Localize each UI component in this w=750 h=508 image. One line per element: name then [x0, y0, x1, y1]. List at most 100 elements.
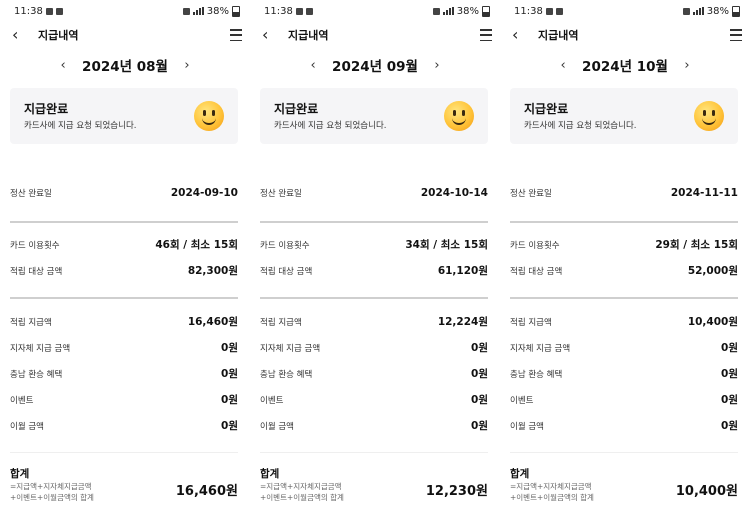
status-time: 11:38 [514, 5, 543, 17]
total-section: 합계 =지급액+지자체지급금액 +이벤트+이월금액의 합계 16,460원 [10, 466, 238, 503]
row-label: 지자체 지급 금액 [510, 343, 571, 354]
status-time: 11:38 [14, 5, 43, 17]
status-bar: 11:38 38% [500, 0, 750, 22]
local-gov-amount-row: 지자체 지급 금액 0원 [10, 340, 238, 355]
signal-icon [442, 7, 454, 15]
next-month-chevron-icon[interactable]: › [182, 58, 192, 73]
signal-icon [192, 7, 204, 15]
back-chevron-icon[interactable]: ‹ [262, 27, 278, 43]
next-month-chevron-icon[interactable]: › [682, 58, 692, 73]
total-label: 합계 [260, 468, 280, 480]
row-value: 0원 [721, 420, 738, 432]
page-title: 지급내역 [38, 29, 79, 42]
divider [10, 297, 238, 299]
notification-icon [305, 7, 313, 15]
app-header: ‹ 지급내역 [250, 22, 500, 48]
month-selector: ‹ 2024년 09월 › [250, 50, 500, 80]
prev-month-chevron-icon[interactable]: ‹ [558, 58, 568, 73]
divider [260, 297, 488, 299]
row-label: 이벤트 [260, 395, 284, 406]
carryover-amount-row: 이월 금액 0원 [260, 418, 488, 433]
app-header: ‹ 지급내역 [0, 22, 250, 48]
row-value: 10,400원 [687, 316, 738, 328]
event-amount-row: 이벤트 0원 [510, 392, 738, 407]
carryover-amount-row: 이월 금액 0원 [10, 418, 238, 433]
alarm-icon [432, 7, 440, 15]
total-value: 12,230원 [425, 484, 488, 499]
row-value: 61,120원 [437, 265, 488, 277]
divider [510, 221, 738, 223]
prev-month-chevron-icon[interactable]: ‹ [308, 58, 318, 73]
row-label: 이벤트 [510, 395, 534, 406]
row-label: 이벤트 [10, 395, 34, 406]
row-value: 0원 [721, 342, 738, 354]
status-title: 지급완료 [274, 102, 319, 116]
settlement-date-row: 정산 완료일 2024-09-10 [10, 187, 238, 199]
notification-icon [45, 7, 53, 15]
row-value: 34회 / 최소 15회 [405, 239, 488, 251]
row-value: 0원 [221, 394, 238, 406]
next-month-chevron-icon[interactable]: › [432, 58, 442, 73]
total-section: 합계 =지급액+지자체지급금액 +이벤트+이월금액의 합계 10,400원 [510, 466, 738, 503]
total-label: 합계 [10, 468, 30, 480]
row-label: 이월 금액 [10, 421, 44, 432]
divider [10, 452, 238, 453]
status-description: 카드사에 지급 요청 되었습니다. [24, 121, 137, 131]
hamburger-menu-icon[interactable] [230, 29, 242, 41]
row-value: 0원 [221, 368, 238, 380]
earned-amount-row: 적립 지급액 16,460원 [10, 314, 238, 329]
row-value: 0원 [721, 394, 738, 406]
row-value: 29회 / 최소 15회 [655, 239, 738, 251]
transfer-benefit-row: 충남 환승 혜택 0원 [260, 366, 488, 381]
row-label: 카드 이용횟수 [510, 240, 560, 251]
row-value: 2024-11-11 [670, 187, 738, 199]
month-selector: ‹ 2024년 08월 › [0, 50, 250, 80]
carryover-amount-row: 이월 금액 0원 [510, 418, 738, 433]
row-label: 이월 금액 [260, 421, 294, 432]
row-value: 0원 [471, 342, 488, 354]
local-gov-amount-row: 지자체 지급 금액 0원 [510, 340, 738, 355]
back-chevron-icon[interactable]: ‹ [512, 27, 528, 43]
settlement-date-row: 정산 완료일 2024-11-11 [510, 187, 738, 199]
hamburger-menu-icon[interactable] [730, 29, 742, 41]
row-value: 16,460원 [187, 316, 238, 328]
row-value: 0원 [221, 420, 238, 432]
row-label: 정산 완료일 [260, 189, 302, 199]
row-value: 12,224원 [437, 316, 488, 328]
transfer-benefit-row: 충남 환승 혜택 0원 [10, 366, 238, 381]
row-label: 이월 금액 [510, 421, 544, 432]
phone-screen-october: 11:38 38% ‹ 지급내역 ‹ 2024년 10월 › 지급완료 카드사에… [500, 0, 750, 508]
status-description: 카드사에 지급 요청 되었습니다. [274, 121, 387, 131]
back-chevron-icon[interactable]: ‹ [12, 27, 28, 43]
card-usage-row: 카드 이용횟수 46회 / 최소 15회 [10, 237, 238, 252]
total-section: 합계 =지급액+지자체지급금액 +이벤트+이월금액의 합계 12,230원 [260, 466, 488, 503]
row-label: 카드 이용횟수 [10, 240, 60, 251]
battery-percent: 38% [706, 5, 729, 17]
status-bar: 11:38 38% [250, 0, 500, 22]
battery-icon [732, 5, 740, 17]
page-title: 지급내역 [538, 29, 579, 42]
month-label: 2024년 10월 [582, 59, 668, 75]
row-label: 지자체 지급 금액 [10, 343, 71, 354]
battery-percent: 38% [456, 5, 479, 17]
total-label: 합계 [510, 468, 530, 480]
status-bar: 11:38 38% [0, 0, 250, 22]
notification-icon [295, 7, 303, 15]
battery-percent: 38% [206, 5, 229, 17]
status-title: 지급완료 [524, 102, 569, 116]
hamburger-menu-icon[interactable] [480, 29, 492, 41]
notification-icon [55, 7, 63, 15]
prev-month-chevron-icon[interactable]: ‹ [58, 58, 68, 73]
row-value: 52,000원 [687, 265, 738, 277]
screenshots-wrap: 11:38 38% ‹ 지급내역 ‹ 2024년 08월 › 지급완료 카드사에… [0, 0, 750, 508]
row-value: 0원 [471, 394, 488, 406]
divider [10, 221, 238, 223]
month-selector: ‹ 2024년 10월 › [500, 50, 750, 80]
row-label: 정산 완료일 [510, 189, 552, 199]
row-value: 0원 [471, 420, 488, 432]
row-label: 적립 대상 금액 [260, 266, 313, 277]
row-label: 카드 이용횟수 [260, 240, 310, 251]
row-value: 2024-09-10 [170, 187, 238, 199]
row-value: 0원 [471, 368, 488, 380]
divider [260, 452, 488, 453]
